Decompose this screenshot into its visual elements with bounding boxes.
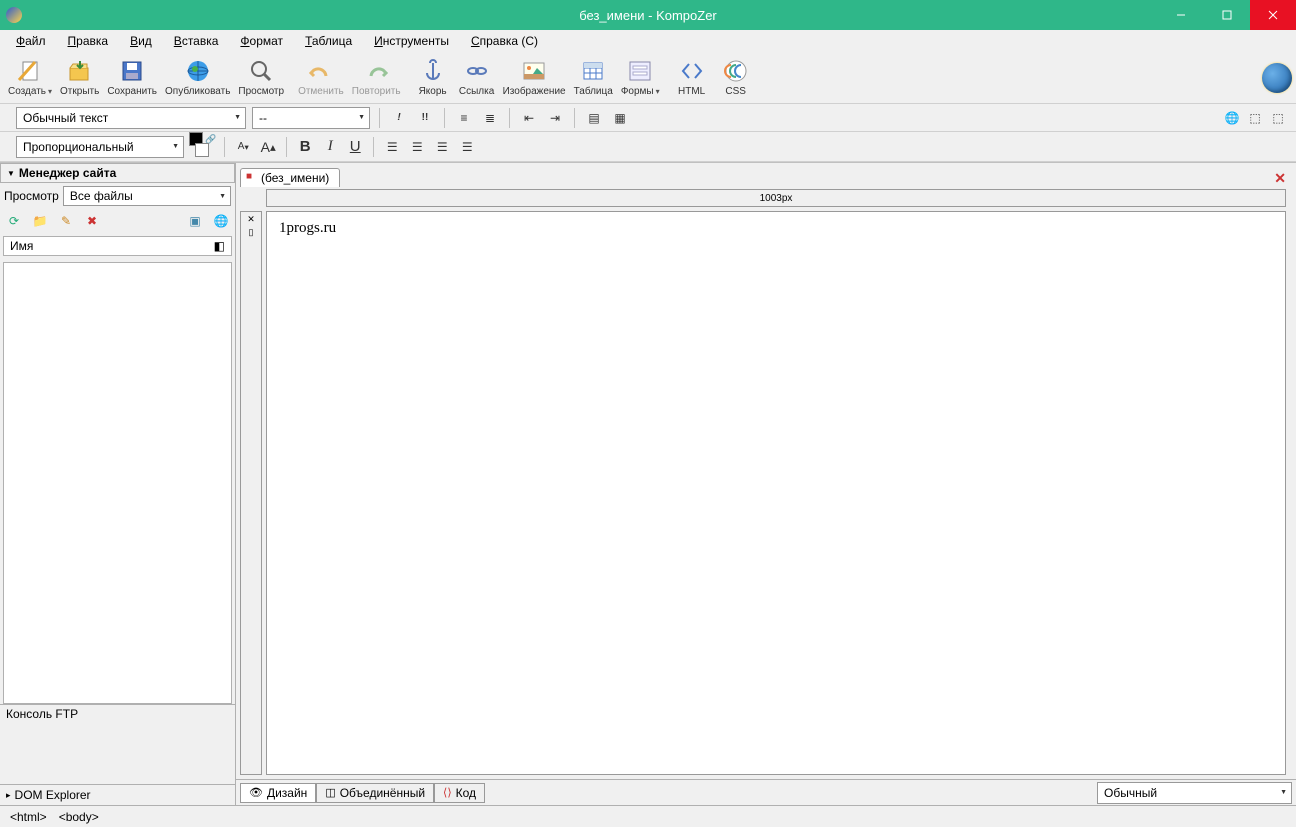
delete-site-icon[interactable]: ✖ [82, 211, 102, 231]
definition-term-button[interactable]: ▤ [584, 108, 604, 128]
font-family-select[interactable]: Пропорциональный [16, 136, 184, 158]
save-button[interactable]: Сохранить [103, 57, 161, 98]
menu-view[interactable]: Вид [120, 32, 162, 50]
statusbar: <html> <body> [0, 805, 1296, 827]
design-view-tab[interactable]: 👁Дизайн [240, 783, 316, 803]
window-title: без_имени - KompoZer [579, 8, 717, 23]
strong-button[interactable]: !! [415, 108, 435, 128]
extra-3-icon[interactable]: ⬚ [1268, 108, 1288, 128]
extra-2-icon[interactable]: ⬚ [1245, 108, 1265, 128]
main-toolbar: Создать▾ Открыть Сохранить Опубликовать … [0, 52, 1296, 104]
format-toolbar-2: Пропорциональный 🔗 A▾ A▴ B I U ☰ ☰ ☰ ☰ [0, 132, 1296, 162]
html-button[interactable]: HTML [670, 57, 714, 98]
editor-area: (без_имени) ✕ 1003px ✕▯ 1progs.ru 👁Дизай… [236, 163, 1296, 805]
css-class-select[interactable]: -- [252, 107, 370, 129]
underline-button[interactable]: U [345, 137, 365, 157]
open-folder-icon[interactable]: 📁 [30, 211, 50, 231]
indent-button[interactable]: ⇥ [545, 108, 565, 128]
css-button[interactable]: CSS [714, 57, 758, 98]
menu-insert[interactable]: Вставка [164, 32, 229, 50]
redo-button[interactable]: Повторить [348, 57, 405, 98]
kompozer-logo-icon[interactable] [1262, 63, 1292, 93]
ftp-console-panel: Консоль FTP [0, 704, 235, 784]
preview-button[interactable]: Просмотр [234, 57, 288, 98]
edit-site-icon[interactable]: ✎ [56, 211, 76, 231]
decrease-font-button[interactable]: A▾ [233, 137, 253, 157]
outdent-button[interactable]: ⇤ [519, 108, 539, 128]
menu-edit[interactable]: Правка [58, 32, 119, 50]
document-body[interactable]: 1progs.ru [266, 211, 1286, 775]
vertical-ruler[interactable]: ✕▯ [240, 211, 262, 775]
refresh-icon[interactable]: ⟳ [4, 211, 24, 231]
minimize-button[interactable] [1158, 0, 1204, 30]
titlebar: без_имени - KompoZer [0, 0, 1296, 30]
increase-font-button[interactable]: A▴ [258, 137, 278, 157]
bullet-list-button[interactable]: ≡ [454, 108, 474, 128]
menu-file[interactable]: Файл [6, 32, 56, 50]
maximize-button[interactable] [1204, 0, 1250, 30]
name-column-header[interactable]: Имя ◧ [3, 236, 232, 256]
menubar: Файл Правка Вид Вставка Формат Таблица И… [0, 30, 1296, 52]
align-left-button[interactable]: ☰ [382, 137, 402, 157]
source-view-tab[interactable]: ⟨⟩Код [434, 783, 485, 803]
site-manager-header[interactable]: Менеджер сайта [0, 163, 235, 183]
ftp-console-label: Консоль FTP [6, 707, 78, 721]
form-button[interactable]: Формы▾ [617, 57, 664, 98]
link-button[interactable]: Ссылка [455, 57, 499, 98]
bold-button[interactable]: B [295, 137, 315, 157]
dom-explorer-header[interactable]: DOM Explorer [0, 784, 235, 805]
definition-desc-button[interactable]: ▦ [610, 108, 630, 128]
close-tab-button[interactable]: ✕ [1268, 170, 1292, 187]
publish-button[interactable]: Опубликовать [161, 57, 234, 98]
split-icon: ◫ [325, 786, 335, 799]
app-icon [6, 7, 22, 23]
status-html-tag[interactable]: <html> [10, 810, 47, 824]
extra-1-icon[interactable]: 🌐 [1222, 108, 1242, 128]
format-toolbar-1: Обычный текст -- ! !! ≡ ≣ ⇤ ⇥ ▤ ▦ 🌐 ⬚ ⬚ [0, 104, 1296, 132]
anchor-button[interactable]: Якорь [411, 57, 455, 98]
split-view-tab[interactable]: ◫Объединённый [316, 783, 434, 803]
code-icon: ⟨⟩ [443, 786, 452, 799]
align-justify-button[interactable]: ☰ [457, 137, 477, 157]
remote-view-icon[interactable]: 🌐 [211, 211, 231, 231]
edit-mode-select[interactable]: Обычный [1097, 782, 1292, 804]
status-body-tag[interactable]: <body> [59, 810, 99, 824]
em-button[interactable]: ! [389, 108, 409, 128]
eye-icon: 👁 [249, 786, 263, 799]
new-button[interactable]: Создать▾ [4, 57, 56, 98]
column-picker-icon[interactable]: ◧ [214, 239, 225, 253]
site-tree[interactable] [3, 262, 232, 704]
align-center-button[interactable]: ☰ [407, 137, 427, 157]
view-label: Просмотр [4, 189, 59, 203]
numbered-list-button[interactable]: ≣ [480, 108, 500, 128]
italic-button[interactable]: I [320, 137, 340, 157]
image-button[interactable]: Изображение [499, 57, 570, 98]
open-button[interactable]: Открыть [56, 57, 103, 98]
undo-button[interactable]: Отменить [294, 57, 348, 98]
paragraph-format-select[interactable]: Обычный текст [16, 107, 246, 129]
sidebar: Менеджер сайта Просмотр Все файлы ⟳ 📁 ✎ … [0, 163, 236, 805]
close-button[interactable] [1250, 0, 1296, 30]
horizontal-ruler[interactable]: 1003px [266, 189, 1286, 207]
background-color-button[interactable] [195, 143, 209, 157]
document-tab[interactable]: (без_имени) [240, 168, 340, 187]
menu-format[interactable]: Формат [230, 32, 293, 50]
dual-view-icon[interactable]: ▣ [185, 211, 205, 231]
menu-tools[interactable]: Инструменты [364, 32, 459, 50]
menu-help[interactable]: Справка (C) [461, 32, 548, 50]
menu-table[interactable]: Таблица [295, 32, 362, 50]
align-right-button[interactable]: ☰ [432, 137, 452, 157]
view-filter-select[interactable]: Все файлы [63, 186, 231, 206]
table-button[interactable]: Таблица [570, 57, 617, 98]
